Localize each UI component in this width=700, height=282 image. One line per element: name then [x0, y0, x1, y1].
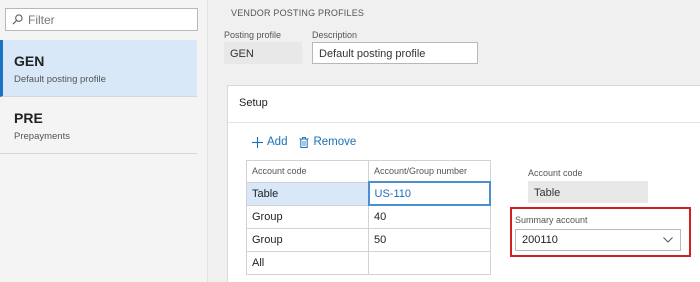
filter-box[interactable] [5, 8, 198, 31]
list-pane: GEN Default posting profile PRE Prepayme… [0, 0, 208, 282]
cell-account-code[interactable]: Group [246, 227, 369, 252]
page-title: VENDOR POSTING PROFILES [231, 8, 365, 18]
column-header-account-group-number[interactable]: Account/Group number [368, 160, 491, 183]
add-button[interactable]: Add [252, 136, 287, 148]
add-label: Add [267, 136, 288, 148]
cell-account-number-input[interactable]: US-110 [367, 181, 491, 206]
list-item-subtitle: Default posting profile [14, 74, 106, 85]
table-row[interactable]: Table US-110 [246, 181, 491, 206]
detail-pane: VENDOR POSTING PROFILES Posting profile … [209, 0, 700, 282]
cell-account-number[interactable]: 50 [368, 227, 491, 252]
list-item-title: GEN [14, 53, 45, 69]
trash-icon [299, 136, 309, 148]
setup-toolbar: Add Remove [252, 136, 368, 148]
cell-account-code[interactable]: Table [246, 181, 369, 206]
filter-input[interactable] [28, 12, 188, 27]
column-header-account-code[interactable]: Account code [246, 160, 369, 183]
description-label: Description [312, 30, 358, 40]
cell-account-code[interactable]: All [246, 250, 369, 275]
cell-account-number[interactable]: 40 [368, 204, 491, 229]
summary-account-dropdown[interactable]: 200110 [515, 229, 681, 251]
cell-account-code[interactable]: Group [246, 204, 369, 229]
summary-account-label: Summary account [515, 215, 588, 225]
posting-profile-field: GEN [224, 42, 302, 64]
list-item-title: PRE [14, 110, 43, 126]
list-item-gen[interactable]: GEN Default posting profile [0, 40, 197, 97]
table-row[interactable]: Group 50 [246, 227, 491, 252]
grid-header-row: Account code Account/Group number [246, 160, 491, 183]
remove-label: Remove [313, 136, 357, 148]
plus-icon [252, 136, 263, 148]
search-icon [12, 14, 23, 25]
description-field[interactable]: Default posting profile [312, 42, 478, 64]
table-row[interactable]: Group 40 [246, 204, 491, 229]
posting-profile-label: Posting profile [224, 30, 282, 40]
table-row[interactable]: All [246, 250, 491, 275]
setup-grid: Account code Account/Group number Table … [246, 160, 491, 275]
list-item-pre[interactable]: PRE Prepayments [0, 97, 197, 154]
chevron-down-icon[interactable] [663, 237, 673, 243]
summary-account-value: 200110 [522, 234, 558, 246]
account-code-label: Account code [528, 168, 583, 178]
divider [228, 122, 700, 123]
setup-title: Setup [239, 97, 268, 109]
list-item-subtitle: Prepayments [14, 131, 70, 142]
remove-button[interactable]: Remove [299, 136, 356, 148]
account-code-field: Table [528, 181, 648, 203]
cell-account-number[interactable] [368, 250, 491, 275]
